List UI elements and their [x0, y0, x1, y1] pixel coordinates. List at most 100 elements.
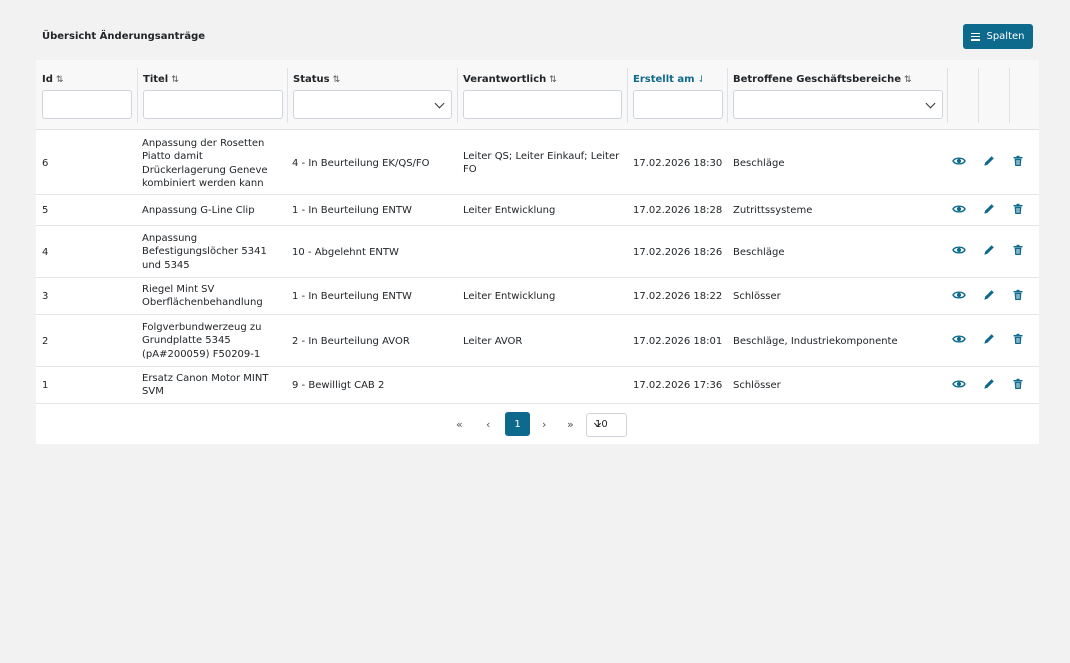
sort-icon[interactable]: ⇅ [904, 75, 912, 85]
cell-bereiche: Beschläge [733, 158, 785, 169]
columns-button-label: Spalten [986, 31, 1025, 42]
header-cell-verantwortlich: Verantwortlich ⇅ [457, 68, 627, 123]
trash-icon[interactable] [1011, 154, 1025, 168]
chevron-down-icon [434, 98, 445, 109]
pencil-icon[interactable] [982, 377, 996, 391]
cell-erstellt: 17.02.2026 18:01 [633, 336, 723, 347]
cell-verantwortlich: Leiter QS; Leiter Einkauf; Leiter FO [463, 151, 620, 176]
last-page-button[interactable]: » [567, 418, 574, 431]
id-filter-input[interactable] [42, 90, 132, 119]
cell-erstellt: 17.02.2026 17:36 [633, 380, 723, 391]
table-row: 3 Riegel Mint SV Oberflächenbehandlung 1 -… [36, 278, 1039, 315]
cell-id: 4 [42, 247, 49, 258]
eye-icon[interactable] [952, 154, 966, 168]
header-bereiche[interactable]: Betroffene Geschäftsbereiche ⇅ [733, 74, 912, 85]
table-row: 1 Ersatz Canon Motor MINT SVM 9 - Bewillig… [36, 367, 1039, 404]
eye-icon[interactable] [952, 243, 966, 257]
trash-icon[interactable] [1011, 288, 1025, 302]
cell-titel: Anpassung G-Line Clip [142, 205, 255, 216]
menu-bars-icon [971, 32, 981, 41]
header-cell-id: Id ⇅ [36, 68, 137, 123]
pencil-icon[interactable] [982, 202, 996, 216]
cell-bereiche: Schlösser [733, 380, 781, 391]
first-page-button[interactable]: « [456, 418, 463, 431]
table-row: 6 Anpassung der Rosetten Piatto damit Drü… [36, 131, 1039, 195]
header-cell-bereiche: Betroffene Geschäftsbereiche ⇅ [727, 68, 947, 123]
cell-titel: Ersatz Canon Motor MINT SVM [142, 373, 269, 398]
trash-icon[interactable] [1011, 377, 1025, 391]
sort-icon[interactable]: ⇅ [333, 75, 341, 85]
table-header: Id ⇅ Titel ⇅ Status ⇅ Verantwortlich ⇅ Erste… [36, 60, 1039, 130]
cell-id: 3 [42, 291, 49, 302]
page-title: Übersicht Änderungsanträge [42, 31, 206, 42]
cell-bereiche: Schlösser [733, 291, 781, 302]
cell-status: 10 - Abgelehnt ENTW [292, 247, 399, 258]
current-page-button[interactable]: 1 [505, 412, 530, 436]
requests-table: Id ⇅ Titel ⇅ Status ⇅ Verantwortlich ⇅ Erste… [36, 60, 1039, 444]
status-filter-select[interactable] [293, 90, 452, 119]
cell-id: 5 [42, 205, 49, 216]
cell-id: 1 [42, 380, 49, 391]
trash-icon[interactable] [1011, 202, 1025, 216]
header-cell-titel: Titel ⇅ [137, 68, 287, 123]
header-erstellt[interactable]: Erstellt am ⇃ [633, 74, 705, 85]
pencil-icon[interactable] [982, 332, 996, 346]
cell-verantwortlich: Leiter Entwicklung [463, 205, 556, 216]
page-size-select[interactable]: 10 [586, 413, 627, 437]
pencil-icon[interactable] [982, 154, 996, 168]
cell-titel: Folgverbundwerzeug zu Grundplatte 5345 (… [142, 322, 262, 360]
next-page-button[interactable]: › [542, 418, 546, 431]
eye-icon[interactable] [952, 288, 966, 302]
cell-id: 6 [42, 158, 49, 169]
cell-titel: Anpassung Befestigungslöcher 5341 und 53… [142, 233, 267, 271]
cell-titel: Anpassung der Rosetten Piatto damit Drüc… [142, 138, 268, 189]
header-id[interactable]: Id ⇅ [42, 74, 63, 85]
columns-button[interactable]: Spalten [963, 24, 1033, 49]
trash-icon[interactable] [1011, 243, 1025, 257]
eye-icon[interactable] [952, 332, 966, 346]
pencil-icon[interactable] [982, 243, 996, 257]
header-cell-action-view [947, 68, 978, 123]
header-verantwortlich[interactable]: Verantwortlich ⇅ [463, 74, 557, 85]
cell-erstellt: 17.02.2026 18:28 [633, 205, 723, 216]
cell-status: 1 - In Beurteilung ENTW [292, 205, 412, 216]
header-cell-erstellt: Erstellt am ⇃ [627, 68, 727, 123]
header-status[interactable]: Status ⇅ [293, 74, 340, 85]
pencil-icon[interactable] [982, 288, 996, 302]
cell-titel: Riegel Mint SV Oberflächenbehandlung [142, 284, 263, 309]
header-titel[interactable]: Titel ⇅ [143, 74, 179, 85]
sort-icon[interactable]: ⇅ [549, 75, 557, 85]
cell-status: 1 - In Beurteilung ENTW [292, 291, 412, 302]
header-cell-status: Status ⇅ [287, 68, 457, 123]
trash-icon[interactable] [1011, 332, 1025, 346]
eye-icon[interactable] [952, 202, 966, 216]
sort-desc-icon[interactable]: ⇃ [698, 75, 706, 85]
table-row: 4 Anpassung Befestigungslöcher 5341 und 5… [36, 226, 1039, 278]
header-cell-action-delete [1009, 68, 1039, 123]
cell-erstellt: 17.02.2026 18:26 [633, 247, 723, 258]
erstellt-filter-input[interactable] [633, 90, 723, 119]
sort-icon[interactable]: ⇅ [56, 75, 64, 85]
prev-page-button[interactable]: ‹ [486, 418, 490, 431]
cell-erstellt: 17.02.2026 18:22 [633, 291, 723, 302]
cell-verantwortlich: Leiter AVOR [463, 336, 523, 347]
cell-verantwortlich: Leiter Entwicklung [463, 291, 556, 302]
pagination: « ‹ 1 › » 10 [36, 412, 1039, 444]
cell-bereiche: Zutrittssysteme [733, 205, 813, 216]
cell-erstellt: 17.02.2026 18:30 [633, 158, 723, 169]
cell-status: 4 - In Beurteilung EK/QS/FO [292, 158, 430, 169]
cell-status: 9 - Bewilligt CAB 2 [292, 380, 385, 391]
titel-filter-input[interactable] [143, 90, 283, 119]
bereiche-filter-select[interactable] [733, 90, 943, 119]
sort-icon[interactable]: ⇅ [171, 75, 179, 85]
cell-bereiche: Beschläge, Industriekomponente [733, 336, 898, 347]
cell-bereiche: Beschläge [733, 247, 785, 258]
eye-icon[interactable] [952, 377, 966, 391]
table-row: 5 Anpassung G-Line Clip 1 - In Beurteilung… [36, 195, 1039, 226]
table-row: 2 Folgverbundwerzeug zu Grundplatte 5345 … [36, 315, 1039, 367]
header-cell-action-edit [978, 68, 1009, 123]
cell-id: 2 [42, 336, 49, 347]
cell-status: 2 - In Beurteilung AVOR [292, 336, 410, 347]
chevron-down-icon [925, 98, 936, 109]
verantwortlich-filter-input[interactable] [463, 90, 622, 119]
